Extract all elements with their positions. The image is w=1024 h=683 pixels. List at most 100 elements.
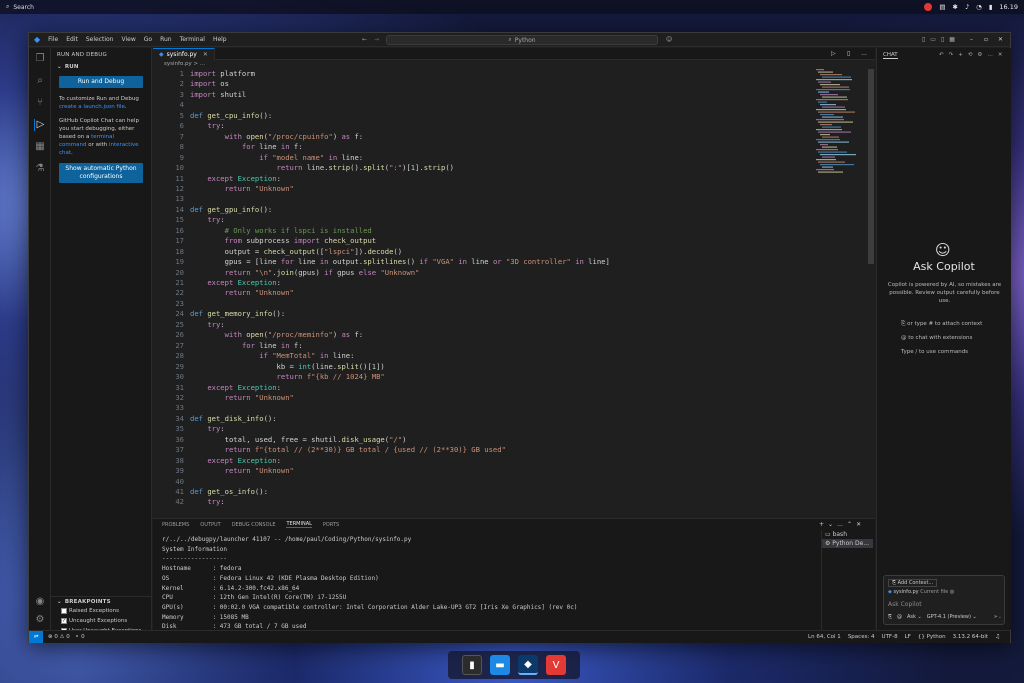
code-line[interactable]: import shutil	[190, 90, 246, 100]
panel-tab-problems[interactable]: PROBLEMS	[162, 522, 189, 528]
more-actions-icon[interactable]: …	[861, 50, 867, 57]
code-line[interactable]: try:	[190, 424, 224, 434]
code-line[interactable]: import os	[190, 79, 229, 89]
eye-icon[interactable]: ◎	[950, 589, 954, 595]
split-editor-icon[interactable]: ▯	[847, 50, 850, 57]
terminal-output[interactable]: r/../../debugpy/launcher 41107 -- /home/…	[162, 535, 807, 642]
code-line[interactable]: def get_memory_info():	[190, 309, 285, 319]
code-line[interactable]: for line in f:	[190, 341, 303, 351]
send-icon[interactable]: ➤⌄	[994, 614, 1002, 620]
menu-go[interactable]: Go	[140, 36, 156, 43]
bluetooth-icon[interactable]: ✱	[953, 3, 958, 11]
code-line[interactable]: gpus = [line for line in output.splitlin…	[190, 257, 610, 267]
editor-scrollbar[interactable]	[868, 69, 874, 264]
code-line[interactable]: def get_disk_info():	[190, 414, 277, 424]
panel-tab-terminal[interactable]: TERMINAL	[286, 521, 312, 528]
code-line[interactable]: try:	[190, 320, 224, 330]
breakpoint-item[interactable]: ✓ Uncaught Exceptions	[61, 616, 151, 626]
close-icon[interactable]: ✕	[203, 51, 208, 58]
code-line[interactable]: return line.strip().split(":")[1].strip(…	[190, 163, 454, 173]
menu-edit[interactable]: Edit	[62, 36, 82, 43]
volume-icon[interactable]: ♪	[965, 3, 969, 11]
code-line[interactable]: def get_cpu_info():	[190, 111, 272, 121]
indentation[interactable]: Spaces: 4	[848, 634, 875, 640]
terminal-instance[interactable]: ⚙ Python De...	[822, 539, 873, 548]
code-line[interactable]: from subprocess import check_output	[190, 236, 376, 246]
extensions-icon[interactable]: ▦	[34, 141, 46, 153]
code-line[interactable]: with open("/proc/cpuinfo") as f:	[190, 132, 364, 142]
code-line[interactable]: try:	[190, 121, 224, 131]
back-arrow-icon[interactable]: ←	[362, 36, 367, 43]
run-python-file-icon[interactable]: ▷	[831, 50, 836, 57]
code-line[interactable]: return "Unknown"	[190, 393, 294, 403]
code-line[interactable]: return "Unknown"	[190, 466, 294, 476]
vivaldi-tray-icon[interactable]	[924, 3, 933, 11]
close-button[interactable]: ✕	[998, 36, 1003, 43]
chat-actions-icons[interactable]: ↶↷+⟲⚙…✕	[939, 52, 1007, 58]
code-line[interactable]: if "MemTotal" in line:	[190, 351, 354, 361]
code-line[interactable]: for line in f:	[190, 142, 303, 152]
minimize-button[interactable]: –	[970, 36, 973, 43]
testing-icon[interactable]: ⚗	[34, 163, 46, 175]
code-line[interactable]: output = check_output(["lspci"]).decode(…	[190, 247, 402, 257]
code-line[interactable]: except Exception:	[190, 174, 281, 184]
code-line[interactable]: def get_gpu_info():	[190, 205, 272, 215]
command-center[interactable]: ⌕ Python	[386, 35, 658, 45]
search-icon[interactable]: ⌕	[34, 75, 46, 87]
menu-terminal[interactable]: Terminal	[176, 36, 209, 43]
code-line[interactable]: except Exception:	[190, 383, 281, 393]
menu-view[interactable]: View	[117, 36, 139, 43]
forward-arrow-icon[interactable]: →	[374, 36, 379, 43]
problems-indicator[interactable]: ⊗ 0 ⚠ 0	[48, 634, 70, 640]
minimap[interactable]	[813, 69, 863, 179]
code-line[interactable]: return f"{kb // 1024} MB"	[190, 372, 385, 382]
at-icon[interactable]: @	[897, 614, 902, 620]
tab-sysinfo-py[interactable]: ◆ sysinfo.py ✕	[153, 48, 215, 60]
code-line[interactable]: kb = int(line.split()[1])	[190, 362, 385, 372]
code-line[interactable]: total, used, free = shutil.disk_usage("/…	[190, 435, 407, 445]
checkbox[interactable]	[61, 607, 67, 614]
explorer-icon[interactable]: ❐	[34, 53, 46, 65]
settings-gear-icon[interactable]: ⚙	[34, 614, 46, 626]
model-picker[interactable]: GPT-4.1 (Preview) ⌄	[927, 614, 977, 620]
code-line[interactable]: except Exception:	[190, 278, 281, 288]
battery-icon[interactable]: ▮	[989, 3, 993, 11]
network-icon[interactable]: ◔	[976, 3, 982, 11]
run-and-debug-button[interactable]: Run and Debug	[59, 76, 143, 88]
menu-run[interactable]: Run	[156, 36, 176, 43]
encoding[interactable]: UTF-8	[882, 634, 898, 640]
code-line[interactable]: return "\n".join(gpus) if gpus else "Unk…	[190, 268, 420, 278]
language-mode[interactable]: {} Python	[918, 634, 946, 640]
run-section-header[interactable]: ⌄ RUN	[51, 62, 151, 71]
run-debug-icon[interactable]: ▷	[34, 119, 46, 131]
panel-actions[interactable]: +⌄…⌃✕	[819, 521, 865, 528]
create-launch-json-link[interactable]: create a launch.json file	[59, 104, 125, 110]
cursor-position[interactable]: Ln 64, Col 1	[808, 634, 841, 640]
code-line[interactable]: except Exception:	[190, 456, 281, 466]
files-app-icon[interactable]: ▬	[490, 655, 510, 675]
ports-indicator[interactable]: ⚬ 0	[75, 634, 85, 640]
code-line[interactable]: # Only works if lspci is installed	[190, 226, 372, 236]
code-line[interactable]: import platform	[190, 69, 255, 79]
checkbox[interactable]: ✓	[61, 617, 67, 624]
python-interpreter[interactable]: 3.13.2 64-bit	[953, 634, 988, 640]
code-line[interactable]: try:	[190, 497, 224, 507]
show-python-configurations-button[interactable]: Show automatic Python configurations	[59, 163, 143, 183]
vscode-app-icon[interactable]: ◆	[518, 655, 538, 675]
code-editor[interactable]: 1 import platform 2 import os 3 import shutil…	[153, 69, 803, 518]
panel-tab-debug-console[interactable]: DEBUG CONSOLE	[232, 522, 276, 528]
code-line[interactable]: return f"{total // (2**30)} GB total / {…	[190, 445, 506, 455]
code-line[interactable]: return "Unknown"	[190, 288, 294, 298]
notifications-bell-icon[interactable]: ♫	[995, 634, 1000, 640]
attach-icon[interactable]: ⎘	[888, 614, 892, 620]
add-context-button[interactable]: ⎘ Add Context...	[888, 579, 938, 587]
clock[interactable]: 16.19	[999, 3, 1018, 11]
vivaldi-app-icon[interactable]: V	[546, 655, 566, 675]
desktop-search[interactable]: ⌕ Search	[6, 3, 34, 11]
code-line[interactable]: if "model name" in line:	[190, 153, 363, 163]
mode-picker[interactable]: Ask ⌄	[907, 614, 922, 620]
menu-file[interactable]: File	[44, 36, 62, 43]
eol[interactable]: LF	[905, 634, 911, 640]
remote-indicator[interactable]: ⇌	[29, 631, 43, 643]
menu-help[interactable]: Help	[209, 36, 231, 43]
